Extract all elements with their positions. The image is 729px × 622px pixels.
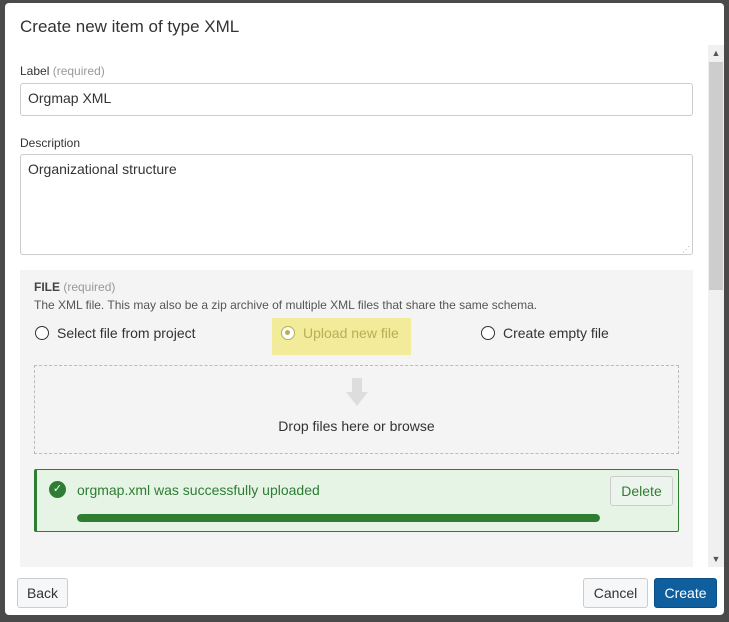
description-value: Organizational structure (28, 161, 177, 177)
delete-button[interactable]: Delete (610, 476, 673, 506)
back-button[interactable]: Back (17, 578, 68, 608)
file-section: FILE (required) The XML file. This may a… (20, 270, 693, 567)
radio-select-from-project[interactable]: Select file from project (35, 325, 196, 341)
resize-handle-icon[interactable]: ⋰ (682, 245, 690, 254)
label-text: Label (20, 64, 50, 78)
radio-icon (35, 326, 49, 340)
scrollbar[interactable]: ▲ ▼ (708, 45, 724, 567)
file-drop-zone[interactable]: Drop files here or browse (34, 365, 679, 454)
file-label-text: FILE (34, 280, 60, 294)
create-item-dialog: Create new item of type XML Label (requi… (5, 3, 724, 615)
label-field-label: Label (required) (20, 64, 105, 78)
progress-fill (77, 514, 600, 522)
drop-text[interactable]: Drop files here or browse (35, 418, 678, 434)
radio-upload-new-file[interactable]: Upload new file (281, 325, 399, 341)
description-textarea[interactable]: Organizational structure ⋰ (20, 154, 693, 255)
required-note: (required) (63, 280, 116, 294)
upload-success-alert: ✓ orgmap.xml was successfully uploaded D… (34, 469, 679, 532)
radio-selected-icon (281, 326, 295, 340)
radio-create-empty-file[interactable]: Create empty file (481, 325, 609, 341)
label-input[interactable]: Orgmap XML (20, 83, 693, 116)
download-arrow-icon (345, 378, 368, 408)
option-label: Upload new file (303, 325, 399, 341)
scrollbar-thumb[interactable] (709, 62, 723, 290)
cancel-button[interactable]: Cancel (583, 578, 648, 608)
file-label: FILE (required) (34, 280, 115, 294)
file-help: The XML file. This may also be a zip arc… (34, 298, 538, 312)
scroll-down-icon[interactable]: ▼ (708, 551, 724, 567)
dialog-body: Label (required) Orgmap XML Description … (5, 45, 724, 567)
required-note: (required) (52, 64, 105, 78)
option-label: Create empty file (503, 325, 609, 341)
option-label: Select file from project (57, 325, 196, 341)
create-button[interactable]: Create (654, 578, 717, 608)
radio-icon (481, 326, 495, 340)
dialog-title: Create new item of type XML (20, 17, 240, 36)
upload-message: orgmap.xml was successfully uploaded (77, 482, 320, 498)
check-circle-icon: ✓ (49, 481, 66, 498)
scroll-up-icon[interactable]: ▲ (708, 45, 724, 61)
upload-progress-bar (77, 514, 600, 522)
description-label: Description (20, 136, 81, 150)
